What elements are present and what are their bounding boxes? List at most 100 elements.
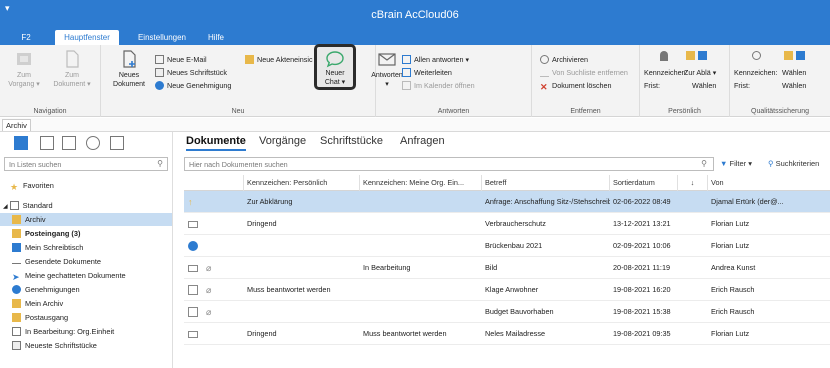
tab-vorgaenge[interactable]: Vorgänge <box>259 135 306 147</box>
tree-item-standard[interactable]: ◢ Standard <box>0 199 172 212</box>
frist-label: Frist: <box>644 81 660 90</box>
tree-item-gechattete-dokumente[interactable]: ➤ Meine gechatteten Dokumente <box>0 269 172 282</box>
table-row[interactable]: ⌀ In Bearbeitung Bild 20-08-2021 11:19 A… <box>184 257 830 279</box>
tab-einstellungen[interactable]: Einstellungen <box>128 30 196 45</box>
neues-dokument-button[interactable]: Neues Dokument <box>112 49 146 89</box>
von-suchliste-entfernen-button[interactable]: Von Suchliste entfernen <box>540 67 628 78</box>
search-icon[interactable]: ⚲ <box>701 159 707 168</box>
reply-all-icon <box>402 55 411 64</box>
reply-envelope-icon <box>378 53 396 66</box>
envelope-icon <box>155 55 164 64</box>
envelope-icon <box>188 265 198 272</box>
envelope-icon <box>188 221 198 228</box>
archive-folder-icon <box>12 215 21 224</box>
group-label-entfernen: Entfernen <box>570 108 601 115</box>
qs-kennzeichen-waehlen-button[interactable]: Wählen <box>782 67 806 78</box>
archiv-tab[interactable]: Archiv <box>2 119 31 131</box>
dokument-loeschen-button[interactable]: ✕ Dokument löschen <box>540 80 612 92</box>
column-kennzeichen-org[interactable]: Kennzeichen: Meine Org. Ein... <box>360 175 482 191</box>
table-row[interactable]: ↑ Zur Abklärung Anfrage: Anschaffung Sit… <box>184 191 830 213</box>
tree-item-favoriten[interactable]: ★ Favoriten <box>0 179 172 192</box>
zum-dokument-button[interactable]: Zum Dokument ▾ <box>50 49 94 89</box>
neue-genehmigung-button[interactable]: Neue Genehmigung <box>155 80 231 91</box>
neues-schriftstueck-button[interactable]: Neues Schriftstück <box>155 67 227 78</box>
document-icon <box>188 307 198 317</box>
folder-tree-icon <box>17 53 31 65</box>
tree-item-archiv[interactable]: Archiv <box>0 213 172 226</box>
group-label-persoenlich: Persönlich <box>668 108 701 115</box>
forward-icon <box>402 68 411 77</box>
folders-icon[interactable] <box>110 136 124 150</box>
tab-anfragen[interactable]: Anfragen <box>400 135 445 147</box>
zum-vorgang-button[interactable]: Zum Vorgang ▾ <box>4 49 44 89</box>
column-kennzeichen-persoenlich[interactable]: Kennzeichen: Persönlich <box>244 175 360 191</box>
user-icon <box>660 51 668 61</box>
table-row[interactable]: Brückenbau 2021 02-09-2021 10:06 Florian… <box>184 235 830 257</box>
neuer-chat-button[interactable]: Neuer Chat ▾ <box>314 44 356 90</box>
tree-item-gesendete-dokumente[interactable]: Gesendete Dokumente <box>0 255 172 268</box>
list-search-input[interactable]: In Listen suchen ⚲ <box>4 157 168 171</box>
filter-icon: ▼ <box>720 159 730 168</box>
tree-item-mein-schreibtisch[interactable]: Mein Schreibtisch <box>0 241 172 254</box>
desk-icon <box>12 243 21 252</box>
expand-icon[interactable]: ◢ <box>3 204 8 210</box>
search-icon[interactable]: ⚲ <box>157 159 163 168</box>
inbox-icon <box>686 51 695 60</box>
tab-f2[interactable]: F2 <box>6 30 46 45</box>
star-icon: ★ <box>10 182 19 192</box>
archive-icon <box>540 55 549 64</box>
table-row[interactable]: ⌀ Budget Bauvorhaben 19-08-2021 15:38 Er… <box>184 301 830 323</box>
table-row[interactable]: Dringend Muss beantwortet werden Neles M… <box>184 323 830 345</box>
suchkriterien-button[interactable]: ⚲ Suchkriterien <box>768 159 819 168</box>
group-persoenlich: Kennzeichen: Zur Ablä ▾ Frist: Wählen Pe… <box>640 45 730 117</box>
tab-hilfe[interactable]: Hilfe <box>196 30 236 45</box>
letter-icon <box>12 341 21 350</box>
im-kalender-oeffnen-button[interactable]: Im Kalender öffnen <box>402 80 475 91</box>
left-navigation-pane: In Listen suchen ⚲ ★ Favoriten ◢ Standard A… <box>0 132 173 368</box>
table-row[interactable]: ⌀ Muss beantwortet werden Klage Anwohner… <box>184 279 830 301</box>
qs-frist-waehlen-button[interactable]: Wählen <box>782 80 806 91</box>
attachment-icon: ⌀ <box>206 263 212 273</box>
archive-folder-icon <box>12 299 21 308</box>
archivieren-button[interactable]: Archivieren <box>540 54 588 65</box>
tree-item-neueste-schriftstuecke[interactable]: Neueste Schriftstücke <box>0 339 172 352</box>
column-icons[interactable] <box>184 175 244 191</box>
list-icon[interactable] <box>62 136 76 150</box>
tree-item-postausgang[interactable]: Postausgang <box>0 311 172 324</box>
weiterleiten-button[interactable]: Weiterleiten <box>402 67 452 78</box>
send-arrow-icon: ➤ <box>12 272 20 282</box>
sort-down-icon[interactable]: ↓ <box>678 175 708 191</box>
tree-item-posteingang[interactable]: Posteingang (3) <box>0 227 172 240</box>
tab-hauptfenster[interactable]: Hauptfenster <box>55 30 119 45</box>
column-von[interactable]: Von <box>708 175 830 191</box>
tree-item-genehmigungen[interactable]: Genehmigungen <box>0 283 172 296</box>
allen-antworten-button[interactable]: Allen antworten ▾ <box>402 54 469 65</box>
documents-icon[interactable] <box>14 136 28 150</box>
editing-icon <box>12 327 21 336</box>
tab-schriftstuecke[interactable]: Schriftstücke <box>320 135 383 147</box>
letter-icon <box>155 68 164 77</box>
document-search-input[interactable]: Hier nach Dokumenten suchen ⚲ <box>184 157 714 171</box>
column-sortierdatum[interactable]: Sortierdatum <box>610 175 678 191</box>
qs-frist-label: Frist: <box>734 81 750 90</box>
hierarchy-icon[interactable] <box>40 136 54 150</box>
ribbon: Zum Vorgang ▾ Zum Dokument ▾ Navigation … <box>0 45 830 117</box>
folder-icon <box>9 201 19 210</box>
filter-dropdown[interactable]: ▼ Filter ▾ <box>720 159 752 168</box>
neue-akteneinsicht-button[interactable]: Neue Akteneinsic <box>245 54 313 65</box>
tree-item-mein-archiv[interactable]: Mein Archiv <box>0 297 172 310</box>
approval-check-icon <box>188 241 198 251</box>
antworten-button[interactable]: Antworten ▾ <box>368 49 406 89</box>
qs-kennzeichen-label: Kennzeichen: <box>734 68 778 77</box>
tree-item-in-bearbeitung[interactable]: In Bearbeitung: Org.Einheit <box>0 325 172 338</box>
inbox-icon <box>784 51 793 60</box>
column-betreff[interactable]: Betreff <box>482 175 610 191</box>
zur-ablage-dropdown[interactable]: Zur Ablä ▾ <box>684 67 716 78</box>
calendar-icon <box>402 81 411 90</box>
tab-dokumente[interactable]: Dokumente <box>186 135 246 151</box>
frist-waehlen-button[interactable]: Wählen <box>692 80 716 91</box>
envelope-icon <box>188 331 198 338</box>
table-row[interactable]: Dringend Verbraucherschutz 13-12-2021 13… <box>184 213 830 235</box>
neue-email-button[interactable]: Neue E-Mail <box>155 54 207 65</box>
users-icon[interactable] <box>86 136 100 150</box>
